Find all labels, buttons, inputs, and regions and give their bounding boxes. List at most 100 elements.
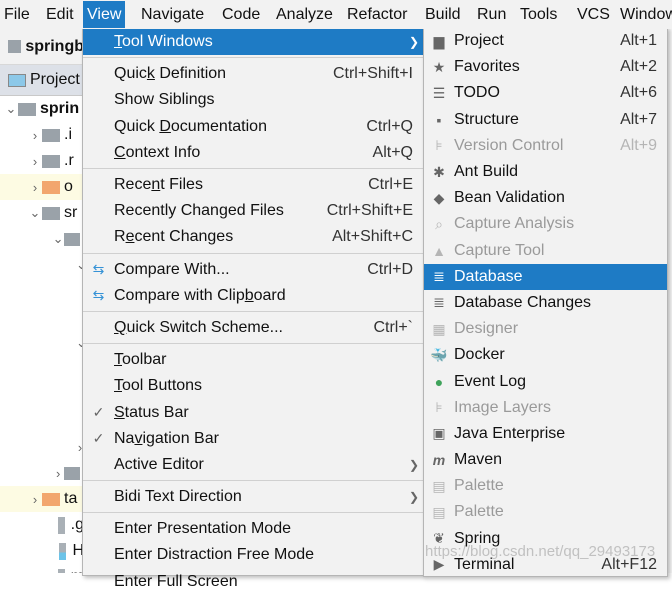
tree-item[interactable]: › ta	[0, 486, 84, 512]
menu-item-recent-changes[interactable]: Recent Changes Alt+Shift+C	[83, 224, 423, 250]
menu-analyze[interactable]: Analyze	[272, 1, 337, 28]
menu-item-label: Bean Validation	[454, 189, 565, 207]
tree-item[interactable]: ⌄ sprin	[0, 96, 84, 122]
menu-item-enter-presentation-mode[interactable]: Enter Presentation Mode	[83, 516, 423, 542]
menu-refactor[interactable]: Refactor	[343, 1, 411, 28]
tree-item[interactable]: ⌄	[0, 252, 84, 278]
menu-item-project[interactable]: ▆ Project Alt+1	[424, 28, 667, 54]
shortcut-label: Alt+9	[620, 136, 657, 154]
tree-item[interactable]	[0, 408, 84, 434]
menu-item-java-enterprise[interactable]: ▣ Java Enterprise	[424, 421, 667, 447]
tree-item[interactable]	[0, 278, 84, 304]
chevron-right-icon[interactable]: ›	[28, 154, 42, 169]
menu-item-recently-changed-files[interactable]: Recently Changed Files Ctrl+Shift+E	[83, 198, 423, 224]
tree-item[interactable]: ›	[0, 460, 84, 486]
tree-item[interactable]: .g	[0, 512, 84, 538]
tree-item[interactable]: ⌄	[0, 226, 84, 252]
menu-item-docker[interactable]: 🐳 Docker	[424, 342, 667, 368]
menu-run[interactable]: Run	[473, 1, 510, 28]
menu-item-event-log[interactable]: ● Event Log	[424, 368, 667, 394]
chevron-right-icon[interactable]: ›	[28, 180, 42, 195]
tree-item[interactable]: ›	[0, 434, 84, 460]
menu-item-quick-documentation[interactable]: Quick Documentation Ctrl+Q	[83, 114, 423, 140]
menu-item-todo[interactable]: ☰ TODO Alt+6	[424, 80, 667, 106]
database-icon: ≣	[433, 268, 445, 285]
menu-item-compare-with[interactable]: ⇆ Compare With... Ctrl+D	[83, 257, 423, 283]
menu-item-label: Java Enterprise	[454, 424, 566, 442]
nav-project-name[interactable]: springb	[25, 38, 84, 56]
folder-icon	[64, 232, 80, 246]
bean-validation-icon: ◆	[433, 189, 445, 206]
tree-item[interactable]	[0, 304, 84, 330]
menu-item-quick-definition[interactable]: Quick Definition Ctrl+Shift+I	[83, 61, 423, 87]
menu-item-palette[interactable]: ▤ Palette	[424, 473, 667, 499]
menu-item-navigation-bar[interactable]: ✓ Navigation Bar	[83, 426, 423, 452]
tree-item[interactable]: › o	[0, 174, 84, 200]
menu-item-recent-files[interactable]: Recent Files Ctrl+E	[83, 172, 423, 198]
menu-item-quick-switch-scheme[interactable]: Quick Switch Scheme... Ctrl+`	[83, 315, 423, 341]
tree-item[interactable]: › .i	[0, 122, 84, 148]
folder-icon	[42, 206, 60, 220]
menu-item-capture-tool[interactable]: ▲ Capture Tool	[424, 238, 667, 264]
menu-item-maven[interactable]: m Maven	[424, 447, 667, 473]
menu-item-bidi-text-direction[interactable]: Bidi Text Direction ❯	[83, 484, 423, 510]
menu-item-image-layers[interactable]: ⊧ Image Layers	[424, 395, 667, 421]
tree-item[interactable]	[0, 382, 84, 408]
menu-item-label: Palette	[454, 503, 504, 521]
tree-item[interactable]: m	[0, 564, 84, 573]
tree-item[interactable]: ⌄ sr	[0, 200, 84, 226]
chevron-right-icon[interactable]: ›	[52, 466, 64, 481]
menu-item-toolbar[interactable]: Toolbar	[83, 347, 423, 373]
chevron-right-icon[interactable]: ›	[28, 128, 42, 143]
chevron-down-icon[interactable]: ⌄	[52, 231, 64, 247]
menu-file[interactable]: File	[0, 1, 34, 28]
menu-navigate[interactable]: Navigate	[137, 1, 208, 28]
ant-icon: ✱	[433, 163, 445, 180]
tree-item[interactable]	[0, 356, 84, 382]
chevron-down-icon[interactable]: ⌄	[28, 205, 42, 221]
menu-build[interactable]: Build	[421, 1, 465, 28]
menu-item-compare-with-clipboard[interactable]: ⇆ Compare with Clipboard	[83, 283, 423, 309]
menu-item-structure[interactable]: ▪ Structure Alt+7	[424, 107, 667, 133]
menu-vcs[interactable]: VCS	[573, 1, 614, 28]
menu-item-ant-build[interactable]: ✱ Ant Build	[424, 159, 667, 185]
chevron-right-icon[interactable]: ›	[28, 492, 42, 507]
menu-item-show-siblings[interactable]: Show Siblings	[83, 87, 423, 113]
menu-item-enter-full-screen[interactable]: Enter Full Screen	[83, 569, 423, 595]
file-icon	[58, 568, 65, 573]
menu-item-label: Designer	[454, 320, 519, 338]
menu-item-label: Maven	[454, 451, 503, 469]
tree-item[interactable]: › .r	[0, 148, 84, 174]
shortcut-label: Ctrl+E	[368, 176, 413, 194]
watermark: https://blog.csdn.net/qq_29493173	[425, 543, 656, 560]
menu-item-label: Favorites	[454, 58, 520, 76]
menu-item-status-bar[interactable]: ✓ Status Bar	[83, 399, 423, 425]
menu-item-context-info[interactable]: Context Info Alt+Q	[83, 140, 423, 166]
menu-item-version-control[interactable]: ⊧ Version Control Alt+9	[424, 133, 667, 159]
docker-icon: 🐳	[430, 346, 448, 363]
menu-item-label: Context Info	[114, 143, 201, 161]
shortcut-label: Ctrl+`	[373, 318, 413, 336]
menu-view[interactable]: View	[83, 1, 126, 28]
tree-item[interactable]: ⌄	[0, 330, 84, 356]
menu-code[interactable]: Code	[218, 1, 264, 28]
menu-item-label: Show Siblings	[114, 91, 215, 109]
menu-item-enter-distraction-free-mode[interactable]: Enter Distraction Free Mode	[83, 542, 423, 568]
menu-window[interactable]: Window	[616, 1, 672, 28]
menu-item-tool-windows[interactable]: Tool Windows ❯	[83, 29, 423, 56]
chevron-down-icon[interactable]: ⌄	[4, 101, 18, 117]
menu-item-capture-analysis[interactable]: ⌕ Capture Analysis	[424, 211, 667, 237]
menu-item-database-changes[interactable]: ≣ Database Changes	[424, 290, 667, 316]
menu-item-tool-buttons[interactable]: Tool Buttons	[83, 373, 423, 399]
menu-item-favorites[interactable]: ★ Favorites Alt+2	[424, 54, 667, 80]
menu-item-designer[interactable]: ▦ Designer	[424, 316, 667, 342]
menu-item-database[interactable]: ≣ Database	[424, 263, 667, 290]
menu-tools[interactable]: Tools	[516, 1, 561, 28]
menu-item-palette[interactable]: ▤ Palette	[424, 499, 667, 525]
project-panel-title[interactable]: Project	[30, 71, 80, 89]
menu-item-bean-validation[interactable]: ◆ Bean Validation	[424, 185, 667, 211]
menu-edit[interactable]: Edit	[42, 1, 78, 28]
tree-item[interactable]: H	[0, 538, 84, 564]
menu-item-active-editor[interactable]: Active Editor ❯	[83, 452, 423, 478]
menu-item-label: Toolbar	[114, 351, 167, 369]
